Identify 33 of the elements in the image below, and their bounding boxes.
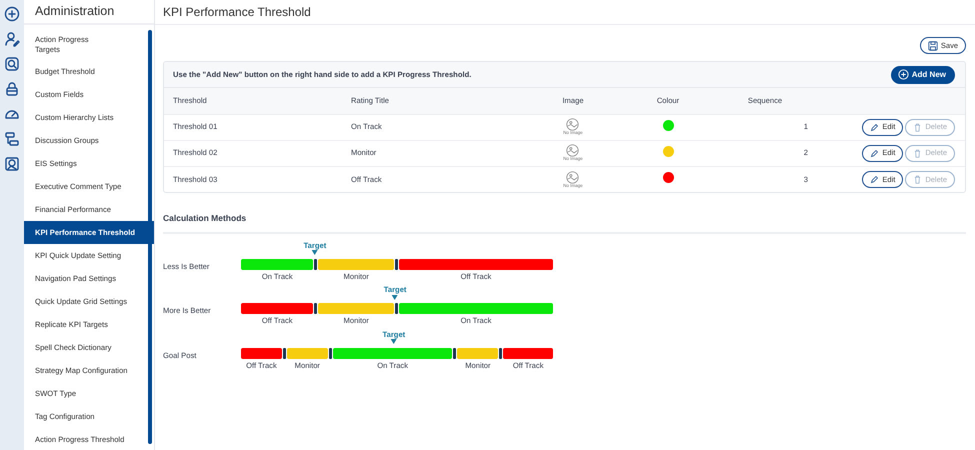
bar-divider (282, 348, 286, 359)
bar-divider (328, 348, 332, 359)
section-title: Calculation Methods (163, 193, 966, 234)
caret-icon (392, 294, 398, 300)
trash-icon (913, 148, 922, 158)
pencil-icon (870, 122, 880, 132)
save-icon (928, 40, 938, 50)
caret-icon (390, 339, 397, 344)
scrollbar[interactable] (148, 30, 152, 444)
bar-divider (314, 303, 318, 314)
hierarchy-icon[interactable] (4, 131, 20, 147)
bar-divider (499, 348, 502, 359)
search-icon[interactable] (4, 56, 20, 72)
image-icon[interactable] (4, 156, 20, 172)
user-edit-icon[interactable] (4, 31, 20, 47)
trash-icon (913, 174, 922, 184)
page-title: KPI Performance Threshold (155, 0, 975, 25)
no-image-icon (566, 170, 580, 184)
pencil-icon (870, 174, 880, 184)
bar-divider (394, 303, 398, 314)
plus-circle-icon[interactable] (4, 6, 20, 22)
no-image-icon (566, 118, 580, 132)
plus-circle-icon (898, 69, 909, 80)
bar-divider (314, 258, 318, 270)
no-image-icon (566, 144, 580, 158)
add-new-button[interactable]: Add New (890, 66, 955, 84)
sidebar-title: Administration (24, 0, 154, 25)
bar-divider (453, 348, 456, 359)
lock-icon[interactable] (4, 81, 20, 97)
caret-icon (312, 250, 318, 256)
bar-divider (394, 258, 398, 270)
trash-icon (913, 122, 922, 132)
pencil-icon (870, 148, 880, 158)
